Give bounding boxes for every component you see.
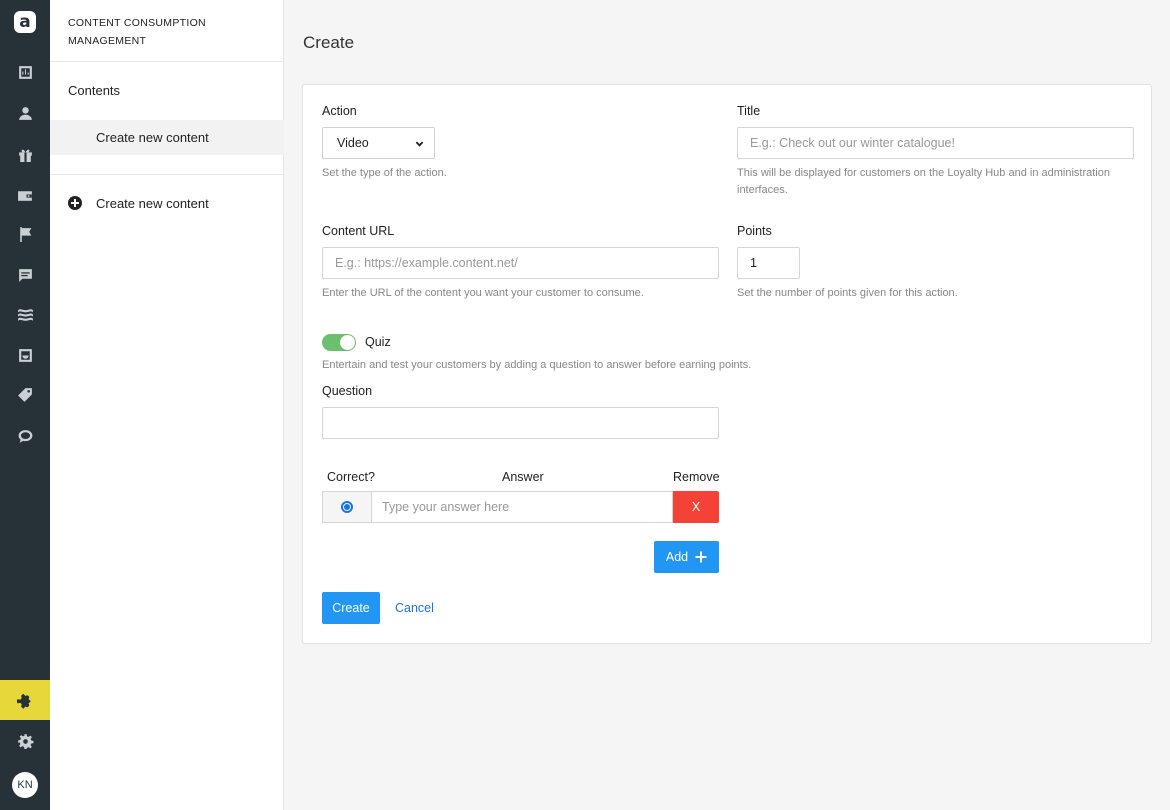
answer-input[interactable]	[371, 491, 673, 523]
module-sidebar: CONTENT CONSUMPTION MANAGEMENT Contents …	[50, 0, 284, 810]
content-url-input[interactable]	[322, 247, 719, 279]
logo-mark: a	[14, 11, 36, 33]
store-icon[interactable]	[0, 335, 50, 375]
dashboard-icon[interactable]	[0, 52, 50, 92]
correct-radio[interactable]	[341, 501, 353, 513]
chevron-down-icon	[415, 141, 424, 147]
answer-row: X	[322, 491, 719, 523]
add-answer-button[interactable]: Add	[654, 541, 719, 573]
question-input[interactable]	[322, 407, 719, 439]
app-logo[interactable]: a	[0, 0, 50, 44]
action-select[interactable]: Video	[322, 127, 435, 159]
sidebar-item-create-new-content[interactable]: Create new content	[50, 120, 284, 155]
remove-answer-button[interactable]: X	[673, 491, 719, 523]
icon-rail: a KN	[0, 0, 50, 810]
messages-icon[interactable]	[0, 255, 50, 295]
quiz-label: Quiz	[365, 335, 391, 349]
chat-icon[interactable]	[0, 416, 50, 456]
cancel-link[interactable]: Cancel	[395, 601, 434, 615]
create-link-label: Create new content	[96, 195, 209, 211]
rewards-icon[interactable]	[0, 134, 50, 174]
module-title: CONTENT CONSUMPTION MANAGEMENT	[68, 14, 268, 50]
correct-radio-cell	[322, 491, 371, 523]
module-title-line2: MANAGEMENT	[68, 35, 147, 47]
coupons-icon[interactable]	[0, 375, 50, 415]
plugins-puzzle-icon[interactable]	[0, 680, 50, 720]
plus-icon	[695, 551, 707, 563]
points-input[interactable]	[737, 247, 800, 279]
streams-icon[interactable]	[0, 294, 50, 334]
add-button-label: Add	[665, 550, 689, 564]
action-help: Set the type of the action.	[322, 167, 447, 179]
content-url-help: Enter the URL of the content you want yo…	[322, 287, 644, 299]
create-button[interactable]: Create	[322, 592, 380, 624]
quiz-help: Entertain and test your customers by add…	[322, 359, 752, 371]
page-title: Create	[303, 33, 355, 52]
create-form-card: Action Video Set the type of the action.…	[302, 84, 1152, 644]
customers-icon[interactable]	[0, 93, 50, 133]
module-title-line1: CONTENT CONSUMPTION	[68, 17, 206, 29]
radio-dot	[344, 504, 350, 510]
user-avatar[interactable]: KN	[12, 772, 38, 798]
settings-gear-icon[interactable]	[0, 721, 50, 761]
points-help: Set the number of points given for this …	[737, 287, 958, 299]
logo-letter: a	[19, 11, 31, 32]
quiz-toggle[interactable]	[322, 334, 356, 351]
sidebar-section-contents[interactable]: Contents	[68, 83, 120, 98]
sidebar-divider	[50, 174, 284, 175]
action-label: Action	[322, 104, 357, 118]
sidebar-divider	[50, 61, 284, 62]
create-new-content-link[interactable]: Create new content	[68, 194, 209, 212]
campaigns-flag-icon[interactable]	[0, 214, 50, 254]
answer-column-header: Answer	[502, 470, 544, 484]
wallet-icon[interactable]	[0, 175, 50, 215]
points-label: Points	[737, 224, 772, 238]
title-help: This will be displayed for customers on …	[737, 167, 1110, 196]
title-label: Title	[737, 104, 761, 118]
plus-circle-icon	[68, 196, 82, 210]
toggle-knob	[340, 335, 355, 350]
remove-column-header: Remove	[673, 470, 720, 484]
question-label: Question	[322, 384, 373, 398]
correct-column-header: Correct?	[327, 470, 375, 484]
title-input[interactable]	[737, 127, 1134, 159]
sidebar-item-label: Create new content	[96, 130, 209, 145]
content-url-label: Content URL	[322, 224, 395, 238]
action-select-value: Video	[337, 136, 369, 150]
